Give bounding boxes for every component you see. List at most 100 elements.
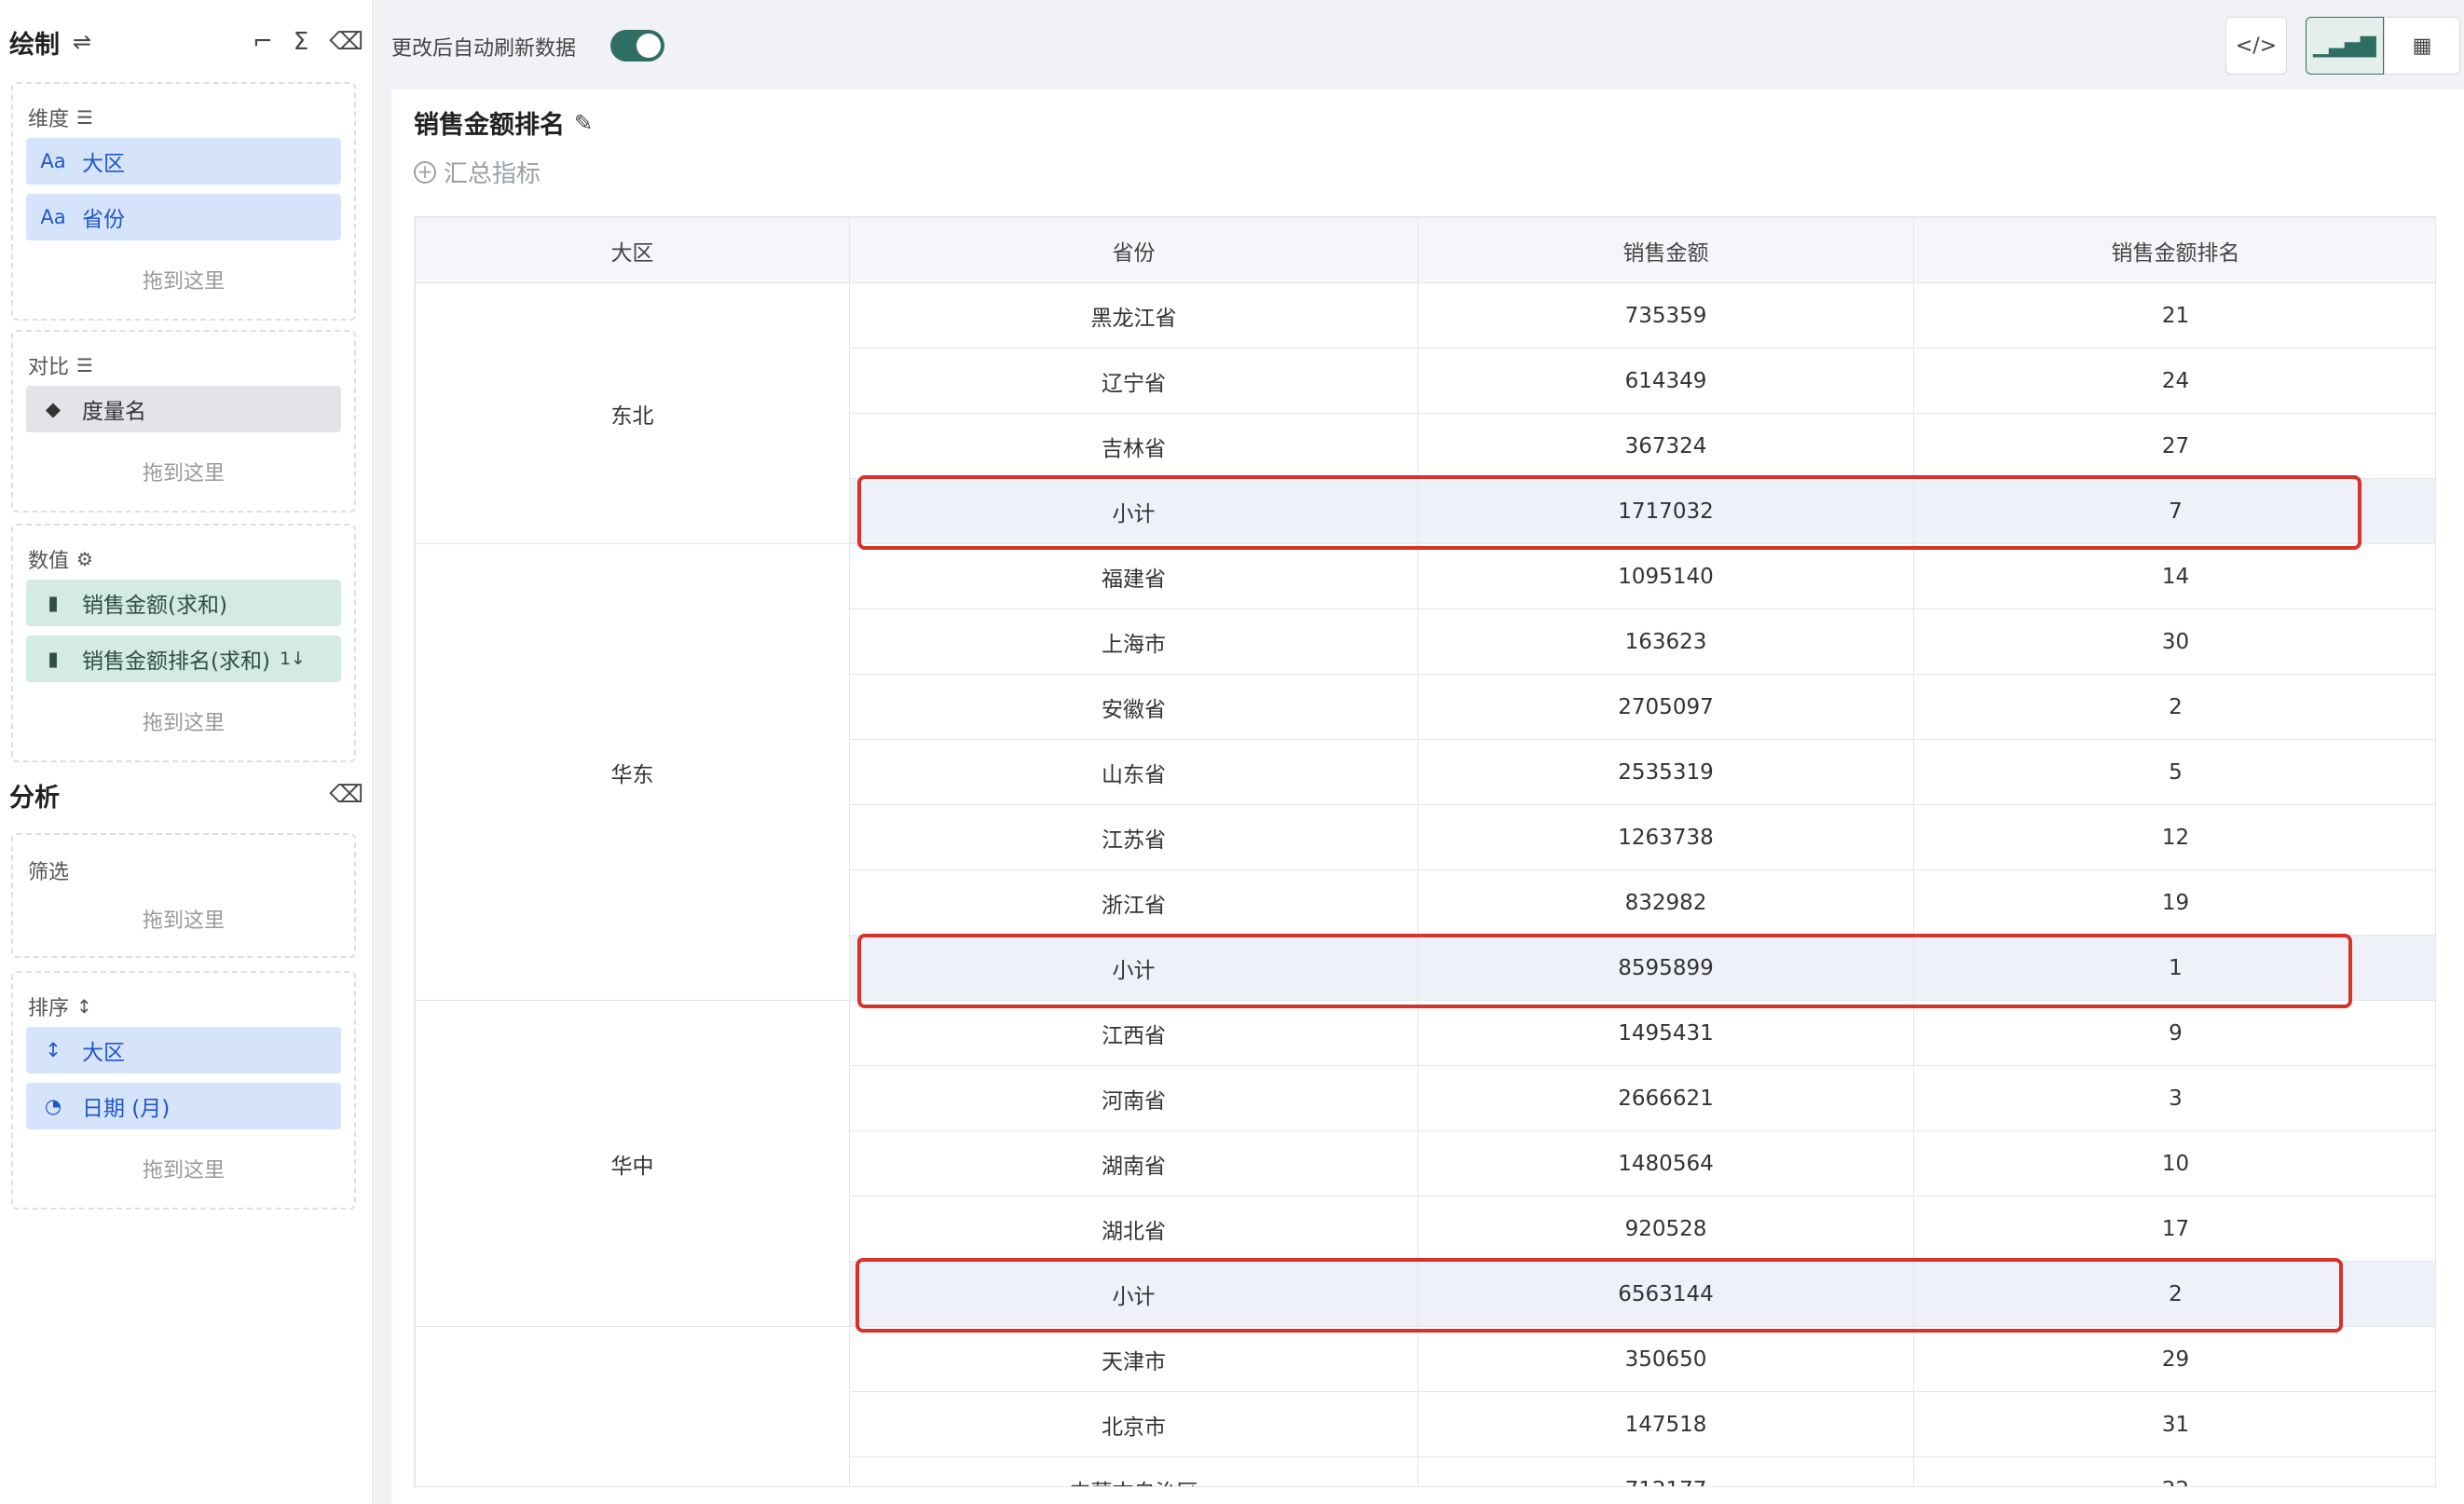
value-pill-sales-rank-sum[interactable]: ▮ 销售金额排名(求和) 1↓ xyxy=(26,636,341,682)
drill-icon[interactable]: ⌐ xyxy=(253,28,273,56)
text-type-icon: Aa xyxy=(40,206,66,228)
eraser-icon[interactable]: ⌫ xyxy=(329,28,363,56)
rank-cell: 31 xyxy=(1913,1391,2435,1457)
province-cell: 黑龙江省 xyxy=(849,282,1418,349)
dimension-dropzone[interactable]: 维度 ☰ Aa 大区 Aa 省份 拖到这里 xyxy=(11,82,356,321)
draw-section-header: 绘制 ⇌ ⌐ Σ ⌫ xyxy=(9,19,363,65)
rank-cell: 12 xyxy=(1913,804,2435,870)
list-settings-icon: ☰ xyxy=(76,354,93,376)
sales-cell: 614349 xyxy=(1417,348,1914,414)
sort-pill-region[interactable]: ↕ 大区 xyxy=(26,1027,341,1073)
value-pill-sales-sum[interactable]: ▮ 销售金额(求和) xyxy=(26,580,341,626)
filter-dropzone[interactable]: 筛选 拖到这里 xyxy=(11,833,356,958)
province-cell: 福建省 xyxy=(849,543,1418,609)
chart-panel: 销售金额排名 ✎ + 汇总指标 大区 省份 销售金额 销售金额排名 东北 黑龙江… xyxy=(391,89,2464,1504)
table-row: 华中 江西省 1495431 9 xyxy=(415,1000,2435,1327)
rank-cell: 19 xyxy=(1913,869,2435,936)
sales-cell: 367324 xyxy=(1417,413,1914,479)
chart-view-button[interactable]: ▁▃▅▇ xyxy=(2306,17,2384,75)
sales-cell: 2666621 xyxy=(1417,1065,1914,1131)
text-type-icon: Aa xyxy=(40,150,66,172)
sales-cell: 2705097 xyxy=(1417,674,1914,740)
filter-drop-hint: 拖到这里 xyxy=(142,909,225,933)
analysis-title: 分析 xyxy=(9,783,60,813)
table-row: 华东 福建省 1095140 14 xyxy=(415,543,2435,1001)
auto-refresh-label: 更改后自动刷新数据 xyxy=(391,37,577,61)
add-summary-metric[interactable]: + 汇总指标 xyxy=(414,155,541,189)
province-cell: 河南省 xyxy=(849,1065,1418,1131)
compare-drop-hint: 拖到这里 xyxy=(142,462,225,485)
sales-cell: 712177 xyxy=(1417,1456,1914,1486)
region-cell: 华东 xyxy=(415,543,850,1001)
draw-title: 绘制 xyxy=(9,30,60,60)
table-icon: ▦ xyxy=(2412,34,2432,58)
table-header-row: 大区 省份 销售金额 销售金额排名 xyxy=(415,217,2435,283)
bar-chart-icon: ▮ xyxy=(48,648,59,670)
sort-label: 排序 ↕ xyxy=(28,995,92,1020)
table-row: 东北 黑龙江省 735359 21 xyxy=(415,282,2435,544)
sales-cell: 832982 xyxy=(1417,869,1914,936)
tag-icon: ◆ xyxy=(45,398,62,420)
sort-pill-date-month[interactable]: ◔ 日期 (月) xyxy=(26,1083,341,1129)
header-province[interactable]: 省份 xyxy=(849,217,1418,283)
left-config-panel: 绘制 ⇌ ⌐ Σ ⌫ 维度 ☰ Aa 大区 Aa 省份 拖到这里 对比 ☰ ◆ 度量名 拖… xyxy=(0,0,373,1504)
rank-cell: 5 xyxy=(1913,739,2435,805)
rank-cell: 10 xyxy=(1913,1130,2435,1196)
province-cell: 内蒙古自治区 xyxy=(849,1456,1418,1486)
sales-cell: 1480564 xyxy=(1417,1130,1914,1196)
compare-dropzone[interactable]: 对比 ☰ ◆ 度量名 拖到这里 xyxy=(11,330,356,513)
values-dropzone[interactable]: 数值 ⚙ ▮ 销售金额(求和) ▮ 销售金额排名(求和) 1↓ 拖到这里 xyxy=(11,524,356,762)
rank-cell: 24 xyxy=(1913,348,2435,414)
auto-refresh-toggle[interactable] xyxy=(610,30,664,62)
region-cell: 华中 xyxy=(415,1000,850,1327)
code-view-button[interactable]: </> xyxy=(2225,17,2287,75)
filter-label: 筛选 xyxy=(28,861,70,884)
subtotal-highlight-box xyxy=(857,934,2352,1008)
dimension-pill-region[interactable]: Aa 大区 xyxy=(26,138,341,185)
edit-pencil-icon[interactable]: ✎ xyxy=(574,110,593,136)
province-cell: 天津市 xyxy=(849,1326,1418,1392)
header-sales-amount[interactable]: 销售金额 xyxy=(1417,217,1914,283)
sigma-icon[interactable]: Σ xyxy=(294,28,308,56)
panel-title-row: 销售金额排名 ✎ xyxy=(414,104,593,141)
add-circle-icon: + xyxy=(414,160,436,184)
province-cell: 浙江省 xyxy=(849,869,1418,936)
province-cell: 江西省 xyxy=(849,1000,1418,1066)
province-cell: 上海市 xyxy=(849,608,1418,675)
rank-cell: 27 xyxy=(1913,413,2435,479)
rank-cell: 30 xyxy=(1913,608,2435,675)
table-view-button[interactable]: ▦ xyxy=(2384,17,2460,75)
province-cell: 安徽省 xyxy=(849,674,1418,740)
dimension-pill-province[interactable]: Aa 省份 xyxy=(26,194,341,240)
province-cell: 江苏省 xyxy=(849,804,1418,870)
subtotal-highlight-box xyxy=(857,475,2361,550)
rank-cell: 14 xyxy=(1913,543,2435,609)
date-icon: ◔ xyxy=(44,1095,62,1117)
rank-cell: 3 xyxy=(1913,1065,2435,1131)
eraser-icon[interactable]: ⌫ xyxy=(329,781,363,809)
values-label: 数值 ⚙ xyxy=(28,548,93,573)
sort-az-icon: ↕ xyxy=(45,1039,62,1061)
rank-cell: 17 xyxy=(1913,1196,2435,1262)
header-sales-rank[interactable]: 销售金额排名 xyxy=(1913,217,2435,283)
sales-cell: 147518 xyxy=(1417,1391,1914,1457)
code-icon: </> xyxy=(2235,34,2278,58)
province-cell: 湖南省 xyxy=(849,1130,1418,1196)
values-drop-hint: 拖到这里 xyxy=(142,712,225,735)
panel-title: 销售金额排名 xyxy=(414,111,565,140)
sales-cell: 350650 xyxy=(1417,1326,1914,1392)
sales-cell: 735359 xyxy=(1417,282,1914,349)
rank-cell: 2 xyxy=(1913,674,2435,740)
sales-cell: 1263738 xyxy=(1417,804,1914,870)
province-cell: 吉林省 xyxy=(849,413,1418,479)
compare-pill-measure-name[interactable]: ◆ 度量名 xyxy=(26,386,341,432)
province-cell: 湖北省 xyxy=(849,1196,1418,1262)
sort-dropzone[interactable]: 排序 ↕ ↕ 大区 ◔ 日期 (月) 拖到这里 xyxy=(11,971,356,1210)
subtotal-highlight-box xyxy=(856,1258,2343,1333)
bar-chart-icon: ▁▃▅▇ xyxy=(2313,34,2376,58)
sales-cell: 1095140 xyxy=(1417,543,1914,609)
province-cell: 山东省 xyxy=(849,739,1418,805)
header-region[interactable]: 大区 xyxy=(415,217,850,283)
sliders-icon[interactable]: ⇌ xyxy=(73,29,91,55)
dimension-drop-hint: 拖到这里 xyxy=(142,270,225,294)
